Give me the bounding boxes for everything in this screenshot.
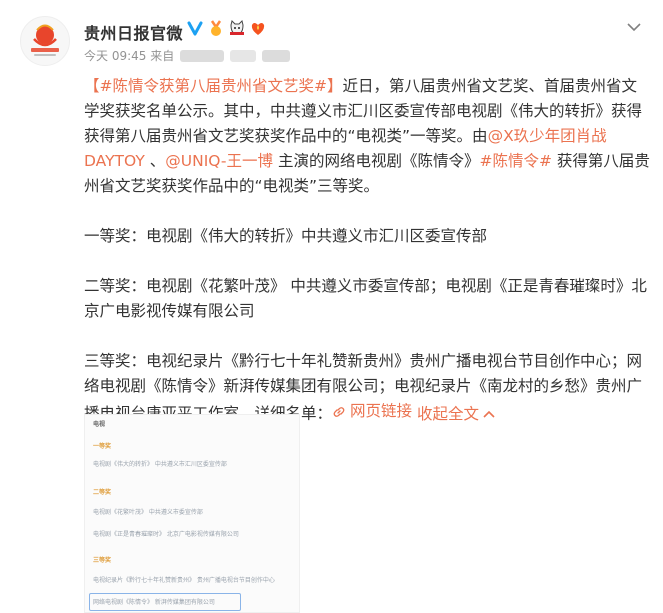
image-text-line: 电视剧《花繁叶茂》 中共遵义市委宣传部 [93, 509, 203, 516]
web-link-label: 网页链接 [350, 402, 413, 420]
post-text-segment: 、 [144, 152, 166, 170]
collapse-text-button[interactable]: 收起全文 [417, 402, 495, 427]
link-icon [333, 406, 345, 417]
topic-hashtag-link[interactable]: 【#陈情令获第八届贵州省文艺奖#】 [84, 77, 342, 95]
mention-link-wangyibo[interactable]: @UNIQ-王一博 [165, 152, 273, 170]
more-options-button[interactable] [623, 16, 645, 38]
post-paragraph-second-prize: 二等奖：电视剧《花繁叶茂》 中共遵义市委宣传部；电视剧《正是青春璀璨时》北京广电… [84, 277, 647, 320]
avatar[interactable] [20, 16, 70, 66]
post-paragraph-1: 【#陈情令获第八届贵州省文艺奖#】近日，第八届贵州省文艺奖、首届贵州省文学奖获奖… [84, 74, 650, 199]
cat-emoji-icon[interactable] [228, 19, 246, 37]
chevron-down-icon [627, 22, 641, 31]
collapse-label: 收起全文 [416, 404, 479, 423]
hashtag-link-chenqingling[interactable]: #陈情令# [479, 152, 551, 170]
image-text-line: 一等奖 [93, 443, 112, 450]
verified-v-icon[interactable] [186, 19, 204, 37]
blurred-source-2 [230, 49, 257, 62]
post-text-segment: 主演的网络电视剧《陈情令》 [273, 152, 480, 170]
image-highlight-frame [89, 593, 241, 611]
user-badges [186, 19, 267, 37]
username[interactable]: 贵州日报官微 [84, 20, 183, 44]
image-text-line: 电视剧《伟大的转折》 中共遵义市汇川区委宣传部 [93, 461, 227, 468]
image-text-line: 三等奖 [93, 557, 112, 564]
blurred-source [180, 49, 225, 62]
attached-image[interactable]: 电视 一等奖 电视剧《伟大的转折》 中共遵义市汇川区委宣传部 二等奖 电视剧《花… [84, 414, 300, 613]
post-paragraph-first-prize: 一等奖：电视剧《伟大的转折》中共遵义市汇川区委宣传部 [84, 227, 488, 245]
web-link[interactable]: 网页链接 [332, 399, 412, 424]
post-time[interactable]: 今天 09:45 来自 [84, 47, 174, 64]
gold-medal-icon[interactable] [207, 19, 225, 37]
post-meta: 今天 09:45 来自 [84, 47, 291, 64]
image-text-line: 电视纪录片《黔行七十年礼赞新贵州》 贵州广播电视台节目创作中心 [93, 577, 275, 584]
heart-flame-icon[interactable] [249, 19, 267, 37]
post-body: 【#陈情令获第八届贵州省文艺奖#】近日，第八届贵州省文艺奖、首届贵州省文学奖获奖… [84, 74, 650, 452]
chevron-up-icon [483, 410, 495, 418]
guizhou-daily-logo-icon [31, 24, 59, 56]
image-text-line: 电视 [93, 421, 106, 428]
blurred-source-3 [262, 49, 291, 62]
image-text-line: 二等奖 [93, 489, 112, 496]
image-text-line: 电视剧《正是青春璀璨时》 北京广电影视传媒有限公司 [93, 531, 239, 538]
